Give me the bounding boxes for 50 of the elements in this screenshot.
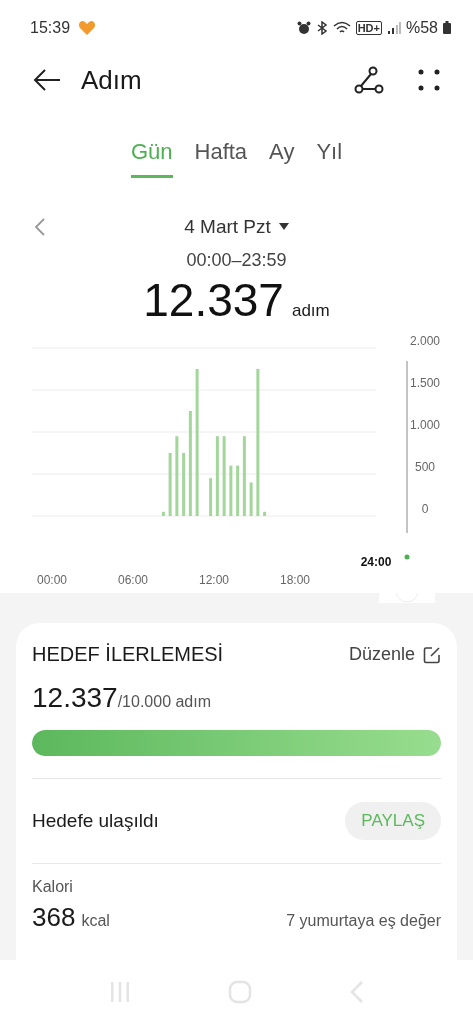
goal-title: HEDEF İLERLEMESİ (32, 643, 224, 666)
status-time: 15:39 (30, 18, 71, 37)
battery-percent: %58 (405, 18, 438, 37)
x-axis-label: 18:00 (280, 573, 310, 587)
time-range: 00:00–23:59 (185, 250, 288, 271)
goal-target: /10.000 adım (117, 693, 212, 711)
more-options-icon[interactable] (418, 69, 440, 91)
caret-icon (278, 223, 289, 231)
edit-icon (423, 645, 441, 664)
edit-button[interactable]: Düzenle (348, 644, 441, 665)
calorie-unit: kcal (81, 912, 110, 930)
step-bar (168, 453, 172, 516)
y-axis-label: 0 (421, 502, 429, 516)
y-axis-label: 2.000 (410, 334, 440, 348)
graph-nodes-icon[interactable] (354, 66, 384, 94)
previous-day-icon[interactable] (34, 217, 46, 237)
step-bar (249, 482, 253, 516)
calorie-value: 368 (32, 902, 76, 933)
wifi-icon (332, 20, 351, 35)
x-axis-label: 00:00 (37, 573, 67, 587)
step-bar (209, 478, 213, 516)
y-axis-label: 500 (415, 460, 435, 474)
x-axis-label: 06:00 (118, 573, 148, 587)
heart-icon (78, 19, 97, 36)
date-dropdown[interactable]: 4 Mart Pzt (184, 216, 289, 238)
page-title: Adım (81, 64, 142, 96)
step-bar (182, 453, 186, 516)
step-total: 12.337 (143, 273, 284, 327)
step-bar (229, 465, 233, 516)
y-axis-label: 1.000 (410, 418, 440, 432)
step-bar (161, 511, 165, 516)
bluetooth-icon (315, 20, 328, 35)
cursor-dot (404, 554, 410, 560)
step-bar (236, 465, 240, 516)
back-arrow-icon[interactable] (33, 68, 61, 92)
goal-status: Hedefe ulaşıldı (32, 810, 159, 832)
period-tab[interactable]: Ay (269, 135, 295, 178)
time-cursor-label: 24:00 (360, 555, 392, 569)
step-unit: adım (291, 301, 330, 321)
y-axis-label: 1.500 (410, 376, 440, 390)
step-bar (263, 511, 267, 516)
goal-value: 12.337 (32, 682, 118, 714)
period-tab[interactable]: Hafta (194, 135, 248, 178)
period-tab[interactable]: Yıl (316, 135, 343, 178)
battery-icon (443, 21, 451, 34)
x-axis-label: 12:00 (199, 573, 229, 587)
calorie-label: Kalori (32, 878, 74, 896)
signal-icon (386, 21, 401, 34)
calorie-equivalent: 7 yumurtaya eş değer (286, 912, 441, 930)
network-type-label: HD+ (355, 20, 382, 35)
